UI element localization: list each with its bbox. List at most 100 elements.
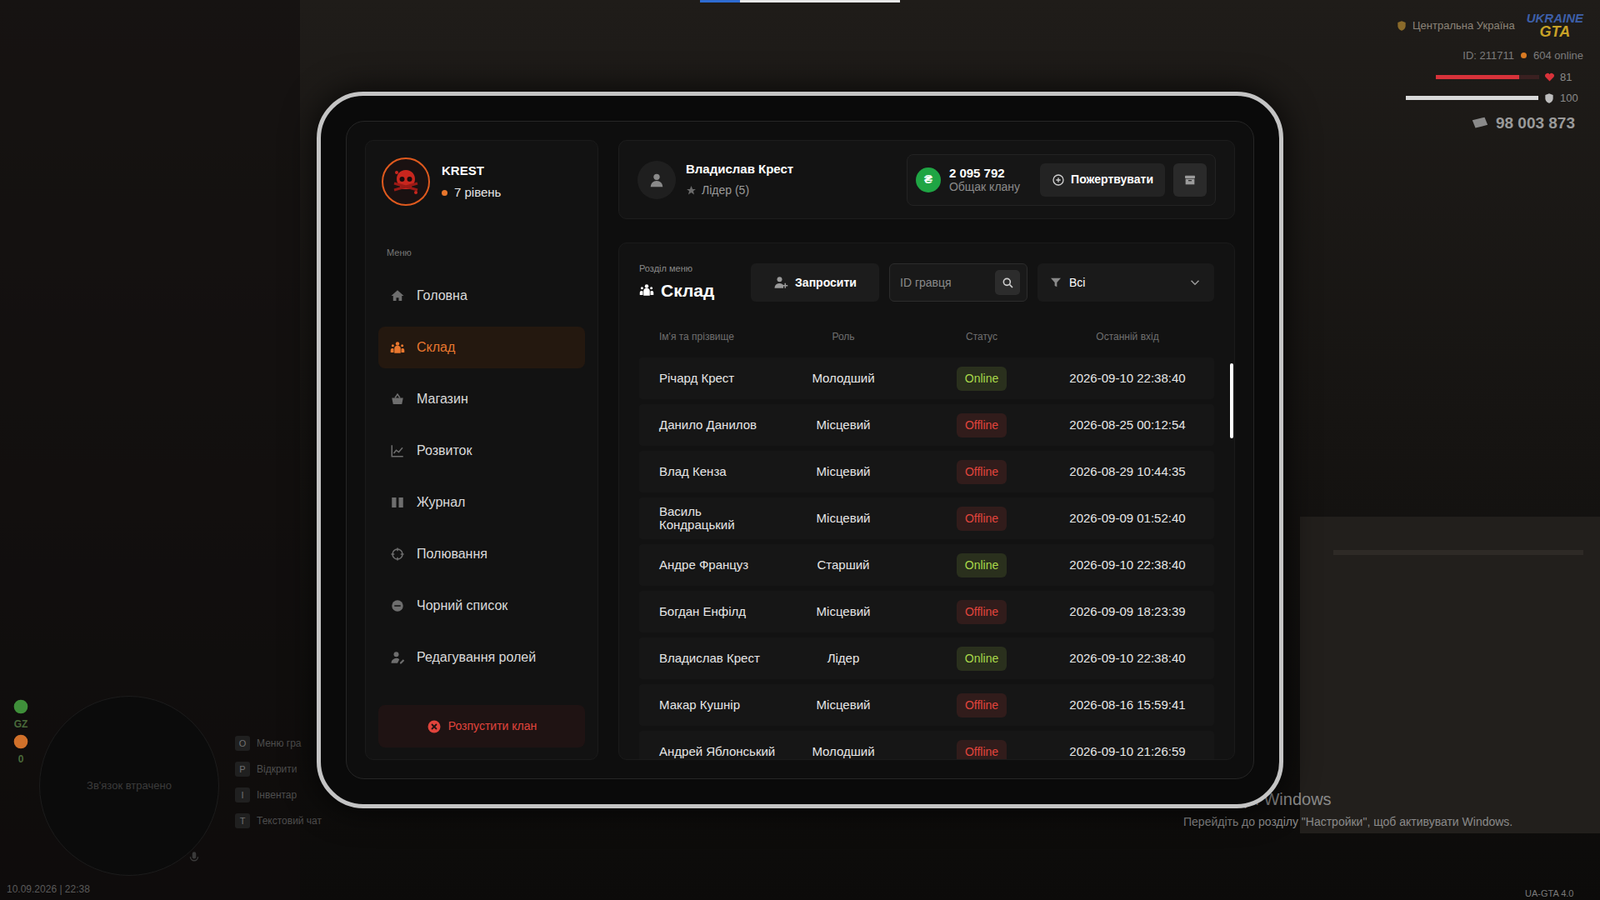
profile-info: Владислав КрестЛідер (5) <box>685 160 794 200</box>
member-role: Лідер <box>780 649 906 669</box>
member-name: Влад Кенза <box>639 465 781 480</box>
hud: Центральна УкраїнаUKRAINEGTAID: 21171160… <box>1395 11 1584 135</box>
member-name: Богдан Енфілд <box>639 605 781 620</box>
menu-label: Меню <box>378 245 585 260</box>
clan-info: KREST7 рівень <box>441 161 501 203</box>
cash-icon <box>1470 114 1490 133</box>
last-login: 2026-09-10 22:38:40 <box>1057 555 1215 575</box>
treasury-amount: 2 095 792 <box>949 165 1020 180</box>
sidebar-item[interactable]: Журнал <box>378 481 585 524</box>
table-row[interactable]: Макар КушнірМісцевийOffline2026-08-16 15… <box>639 684 1215 726</box>
money-value: 98 003 873 <box>1495 111 1575 136</box>
last-login: 2026-08-16 15:59:41 <box>1057 695 1215 715</box>
sidebar-item[interactable]: Магазин <box>378 378 585 420</box>
disband-button[interactable]: Розпустити клан <box>378 705 585 748</box>
section-caption: Розділ меню <box>639 261 741 276</box>
key-cap: P <box>235 761 250 777</box>
member-role: Місцевий <box>780 462 906 482</box>
status-badge: Offline <box>956 413 1007 438</box>
column-header: Роль <box>780 329 906 345</box>
table-header: Ім'я та прізвищеРольСтатусОстанній вхід <box>639 328 1215 345</box>
tablet: KREST7 рівень Меню Головна Склад Магазин Розв… <box>316 91 1284 809</box>
sidebar-item[interactable]: Склад <box>378 326 585 369</box>
sidebar-item[interactable]: Чорний список <box>378 585 585 627</box>
sidebar-spacer <box>378 678 585 706</box>
member-role: Старший <box>780 555 906 575</box>
menu-label-text: Магазин <box>416 389 469 410</box>
filter-dropdown[interactable]: Всі <box>1037 263 1215 302</box>
donate-button[interactable]: Пожертвувати <box>1040 163 1165 197</box>
menu-label-text: Редагування ролей <box>416 647 536 668</box>
health-icon <box>1544 71 1555 83</box>
money: 98 003 873 <box>1470 111 1584 136</box>
storage-button[interactable] <box>1173 163 1207 197</box>
tablet-screen: KREST7 рівень Меню Головна Склад Магазин Розв… <box>345 120 1255 780</box>
level-dot <box>441 190 448 196</box>
loading-fill <box>700 0 740 3</box>
scrollbar-thumb[interactable] <box>1230 363 1234 439</box>
toolbar: Розділ менюСкладЗапроситиВсі <box>639 261 1215 304</box>
status-cell: Online <box>905 646 1058 671</box>
sidebar-item[interactable]: Розвиток <box>378 430 585 472</box>
search-button[interactable] <box>995 270 1020 295</box>
health-fill <box>1435 75 1520 80</box>
clan-header: KREST7 рівень <box>378 157 585 206</box>
currency-icon: ₴ <box>915 167 941 193</box>
table-row[interactable]: Річард КрестМолодшийOnline2026-09-10 22:… <box>639 357 1215 400</box>
user-plus-icon <box>773 275 789 290</box>
game-logo: UKRAINEGTA <box>1526 11 1584 40</box>
key-cap: I <box>235 787 250 803</box>
member-name: Річард Крест <box>639 371 781 386</box>
invite-button[interactable]: Запросити <box>750 263 880 302</box>
table-row[interactable]: Данило ДаниловМісцевийOffline2026-08-25 … <box>639 404 1215 446</box>
status-badge: Offline <box>956 740 1007 760</box>
group-icon <box>639 282 655 298</box>
table-row[interactable]: Андре ФранцузСтаршийOnline2026-09-10 22:… <box>639 544 1215 586</box>
sidebar-item[interactable]: Редагування ролей <box>378 636 585 679</box>
invite-label: Запросити <box>795 274 857 292</box>
health-row: 81 <box>1435 69 1584 86</box>
health-track <box>1435 75 1540 80</box>
treasury-info: 2 095 792Общак клану <box>949 165 1020 194</box>
status-badge: Offline <box>956 506 1007 531</box>
table-row[interactable]: Влад КензаМісцевийOffline2026-08-29 10:4… <box>639 450 1215 493</box>
table-row[interactable]: Владислав КрестЛідерOnline2026-09-10 22:… <box>639 637 1215 680</box>
sidebar-item[interactable]: Головна <box>378 275 585 317</box>
menu-icon <box>390 546 405 562</box>
loading-bar <box>700 0 900 3</box>
status-cell: Online <box>905 366 1058 391</box>
column-header: Ім'я та прізвище <box>639 329 781 345</box>
sidebar-item[interactable]: Полювання <box>378 533 585 575</box>
key-label: Відкрити <box>256 761 298 777</box>
close-icon <box>426 719 442 735</box>
stat-icon <box>12 733 30 750</box>
key-hint: TТекстовий чат <box>235 813 322 829</box>
player-id-input[interactable] <box>900 274 990 292</box>
member-name: Макар Кушнір <box>639 698 781 713</box>
members-card: Розділ менюСкладЗапроситиВсіІм'я та пріз… <box>618 242 1235 760</box>
last-login: 2026-09-09 01:52:40 <box>1057 509 1215 529</box>
treasury: ₴ 2 095 792Общак клану Пожертвувати <box>906 154 1216 206</box>
star-icon <box>685 185 697 196</box>
status-cell: Offline <box>905 460 1058 485</box>
main-panel: Владислав КрестЛідер (5) ₴ 2 095 792Общак … <box>618 140 1235 760</box>
search-icon <box>1000 275 1015 290</box>
table-row[interactable]: Богдан ЕнфілдМісцевийOffline2026-09-09 1… <box>639 590 1215 633</box>
table-row[interactable]: Василь КондрацькийМісцевийOffline2026-09… <box>639 497 1215 540</box>
region-name: Центральна Україна <box>1412 17 1515 35</box>
table-row[interactable]: Андрей ЯблонськийМолодшийOffline2026-09-… <box>639 730 1215 760</box>
stat-label: GZ <box>14 716 29 732</box>
status-badge: Online <box>956 646 1007 671</box>
key-hints: OМеню граPВідкритиIІнвентарTТекстовий ча… <box>235 735 322 829</box>
plus-icon <box>1051 173 1065 187</box>
region: Центральна Україна <box>1395 17 1515 35</box>
background-cabinet <box>1300 516 1600 834</box>
member-role: Молодший <box>780 742 906 760</box>
member-role: Місцевий <box>780 602 906 622</box>
key-cap: O <box>235 735 250 751</box>
logo-text: GTA <box>1539 24 1570 40</box>
profile: Владислав КрестЛідер (5) <box>637 160 794 200</box>
last-login: 2026-09-10 22:38:40 <box>1057 369 1215 389</box>
chevron-down-icon <box>1187 275 1203 290</box>
menu-label-text: Полювання <box>416 544 488 565</box>
